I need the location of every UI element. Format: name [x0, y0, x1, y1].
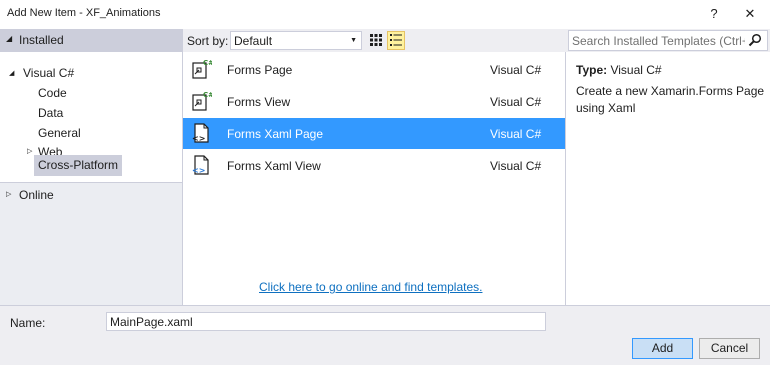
tree-item-online[interactable]: Online — [19, 188, 54, 202]
footer-bar: Name: Add Cancel — [0, 305, 770, 365]
tree-item-cross-platform-label: Cross-Platform — [38, 158, 119, 172]
tree-item-visual-csharp[interactable]: Visual C# — [23, 66, 74, 80]
collapse-arrow-icon[interactable]: ◢ — [6, 34, 12, 43]
csharp-form-icon: C# — [192, 91, 212, 111]
xaml-page-icon: <> — [192, 155, 209, 175]
sort-toolbar: Sort by: Default ▼ — [183, 29, 566, 52]
type-value: Visual C# — [610, 63, 662, 77]
list-view-button[interactable] — [387, 31, 405, 50]
title-bar: Add New Item - XF_Animations ? ✕ — [0, 0, 770, 29]
template-language: Visual C# — [490, 159, 542, 173]
grid-view-button[interactable] — [367, 31, 385, 50]
template-description: Create a new Xamarin.Forms Page using Xa… — [576, 84, 765, 115]
list-view-icon — [390, 34, 402, 46]
details-panel: Type: Visual C# Create a new Xamarin.For… — [566, 29, 770, 305]
installed-label: Installed — [19, 33, 64, 47]
grid-view-icon — [370, 34, 382, 46]
close-button[interactable]: ✕ — [736, 4, 764, 24]
type-info: Type: Visual C# — [576, 63, 662, 77]
xaml-page-icon: <> — [192, 123, 209, 143]
svg-text:<>: <> — [192, 166, 205, 175]
chevron-down-icon: ▼ — [350, 37, 357, 44]
template-name: Forms View — [227, 95, 291, 109]
template-row-forms-xaml-page[interactable]: <> Forms Xaml Page Visual C# — [183, 118, 565, 149]
template-language: Visual C# — [490, 127, 542, 141]
template-row-forms-page[interactable]: C# Forms Page Visual C# — [183, 54, 565, 85]
svg-text:C#: C# — [203, 59, 212, 67]
sort-label: Sort by: — [187, 34, 229, 48]
template-language: Visual C# — [490, 63, 542, 77]
tree-item-cross-platform[interactable]: Cross-Platform — [34, 155, 122, 176]
search-input[interactable] — [568, 30, 768, 51]
type-label: Type: — [576, 63, 608, 77]
template-language: Visual C# — [490, 95, 542, 109]
search-container — [566, 29, 770, 52]
tree-item-data[interactable]: Data — [38, 106, 63, 120]
collapsed-arrow-icon[interactable]: ▷ — [27, 147, 32, 155]
sort-dropdown[interactable]: Default ▼ — [230, 31, 362, 50]
svg-text:<>: <> — [192, 134, 205, 143]
tree-item-general[interactable]: General — [38, 126, 81, 140]
template-name: Forms Xaml Page — [227, 127, 324, 141]
name-label: Name: — [10, 316, 46, 330]
template-name: Forms Xaml View — [227, 159, 321, 173]
template-list-panel: Sort by: Default ▼ C# For — [183, 29, 566, 305]
category-panel: ◢ Installed ◢ Visual C# Code Data Genera… — [0, 29, 183, 305]
template-name: Forms Page — [227, 63, 293, 77]
cancel-button[interactable]: Cancel — [699, 338, 760, 359]
window-title: Add New Item - XF_Animations — [7, 7, 161, 19]
help-button[interactable]: ? — [700, 4, 728, 24]
template-row-forms-view[interactable]: C# Forms View Visual C# — [183, 86, 565, 117]
csharp-form-icon: C# — [192, 59, 212, 79]
search-icon[interactable] — [748, 33, 762, 47]
installed-header[interactable]: ◢ Installed — [0, 29, 182, 52]
add-button[interactable]: Add — [632, 338, 693, 359]
tree-item-code[interactable]: Code — [38, 86, 67, 100]
sort-value: Default — [234, 34, 273, 48]
name-field[interactable] — [106, 312, 546, 331]
template-row-forms-xaml-view[interactable]: <> Forms Xaml View Visual C# — [183, 150, 565, 181]
collapsed-arrow-icon[interactable]: ▷ — [6, 190, 11, 198]
svg-text:C#: C# — [203, 91, 212, 99]
online-templates-link[interactable]: Click here to go online and find templat… — [259, 280, 482, 294]
expand-arrow-icon[interactable]: ◢ — [9, 69, 14, 77]
